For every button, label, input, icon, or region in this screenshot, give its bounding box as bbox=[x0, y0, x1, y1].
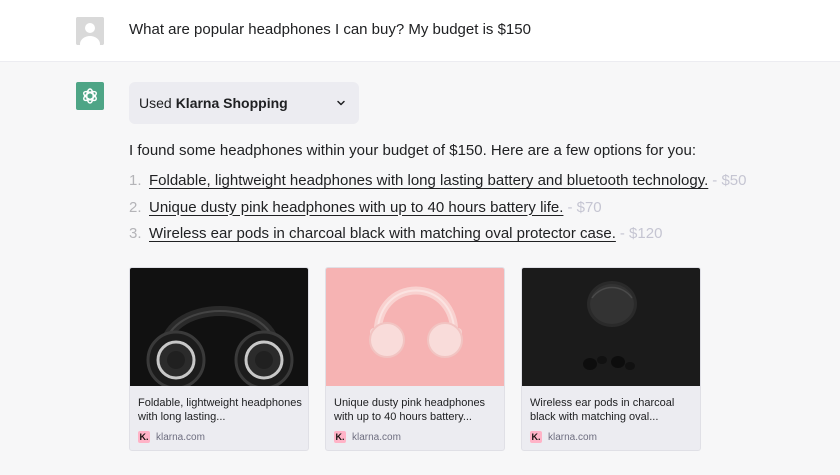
product-link[interactable]: Unique dusty pink headphones with up to … bbox=[149, 199, 563, 216]
card-source: K. klarna.com bbox=[530, 431, 597, 443]
card-source-domain: klarna.com bbox=[352, 431, 401, 443]
list-item: 2. Unique dusty pink headphones with up … bbox=[129, 199, 746, 226]
product-price: - $70 bbox=[567, 198, 602, 216]
product-link[interactable]: Wireless ear pods in charcoal black with… bbox=[149, 225, 616, 242]
pink-headphones-image bbox=[326, 268, 504, 386]
plugin-name: Klarna Shopping bbox=[175, 95, 288, 111]
list-number: 2. bbox=[129, 198, 142, 216]
assistant-message-row: Used Klarna Shopping I found some headph… bbox=[0, 61, 840, 475]
plugin-used-label: Used bbox=[139, 95, 172, 111]
chevron-down-icon bbox=[335, 96, 347, 112]
user-message-text: What are popular headphones I can buy? M… bbox=[129, 21, 531, 38]
assistant-intro-text: I found some headphones within your budg… bbox=[129, 142, 697, 159]
list-item: 3. Wireless ear pods in charcoal black w… bbox=[129, 225, 746, 252]
user-avatar-icon bbox=[76, 17, 104, 45]
list-item: 1. Foldable, lightweight headphones with… bbox=[129, 172, 746, 199]
openai-logo-icon bbox=[76, 82, 104, 110]
user-message-row: What are popular headphones I can buy? M… bbox=[0, 0, 840, 61]
card-title: Foldable, lightweight headphones with lo… bbox=[138, 397, 302, 423]
card-title: Unique dusty pink headphones with up to … bbox=[334, 397, 486, 423]
product-price: - $50 bbox=[712, 172, 747, 189]
product-price: - $120 bbox=[619, 225, 663, 242]
black-headphones-image bbox=[130, 268, 308, 386]
product-link[interactable]: Foldable, lightweight headphones with lo… bbox=[149, 172, 708, 189]
klarna-logo-icon: K. bbox=[138, 431, 150, 443]
klarna-logo-icon: K. bbox=[530, 431, 542, 443]
plugin-used-dropdown[interactable]: Used Klarna Shopping bbox=[129, 82, 359, 124]
list-number: 1. bbox=[129, 172, 142, 189]
klarna-logo-icon: K. bbox=[334, 431, 346, 443]
card-title: Wireless ear pods in charcoal black with… bbox=[530, 397, 675, 423]
results-list: 1. Foldable, lightweight headphones with… bbox=[129, 172, 746, 252]
product-card[interactable]: Foldable, lightweight headphones with lo… bbox=[129, 267, 309, 451]
black-earpods-image bbox=[522, 268, 700, 386]
product-card[interactable]: Wireless ear pods in charcoal black with… bbox=[521, 267, 701, 451]
product-card[interactable]: Unique dusty pink headphones with up to … bbox=[325, 267, 505, 451]
product-cards: Foldable, lightweight headphones with lo… bbox=[129, 267, 701, 451]
card-source-domain: klarna.com bbox=[156, 431, 205, 443]
card-source: K. klarna.com bbox=[334, 431, 401, 443]
list-number: 3. bbox=[129, 225, 142, 242]
card-source: K. klarna.com bbox=[138, 431, 205, 443]
card-source-domain: klarna.com bbox=[548, 431, 597, 443]
